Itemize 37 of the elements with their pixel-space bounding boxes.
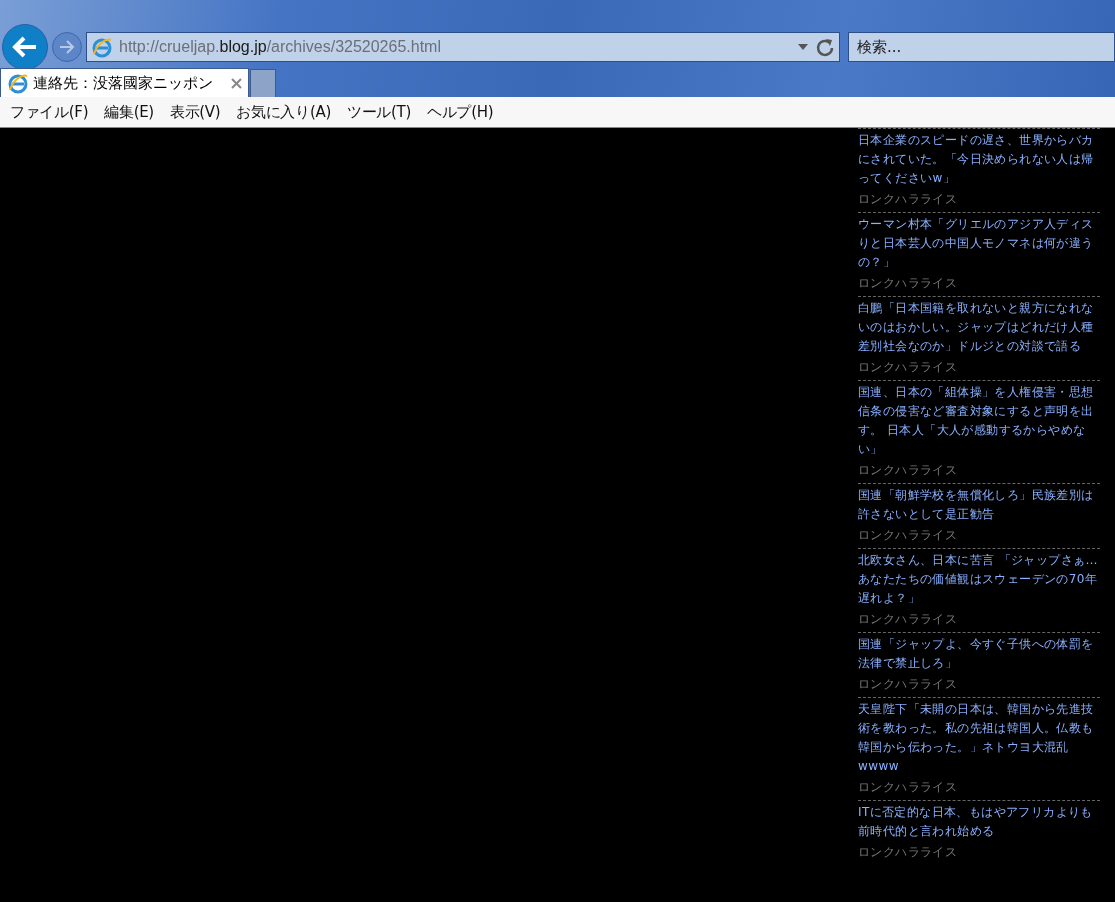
article-link[interactable]: 北欧女さん、日本に苦言 「ジャップさぁ…あなたたちの価値観はスウェーデンの70年遅れよ？」 bbox=[858, 551, 1100, 608]
address-field[interactable]: http://crueljap.blog.jp/archives/32520265.html bbox=[86, 31, 840, 62]
menu-item[interactable]: ヘルプ(H) bbox=[427, 100, 494, 124]
menu-item[interactable]: ファイル(F) bbox=[10, 100, 89, 124]
forward-arrow-icon bbox=[59, 39, 75, 54]
author-name: ロンクハラライス bbox=[858, 191, 959, 208]
dropdown-caret-icon[interactable] bbox=[797, 42, 809, 51]
forward-button[interactable] bbox=[52, 31, 82, 62]
article-link[interactable]: 国連「朝鮮学校を無償化しろ」民族差別は許さないとして是正勧告 bbox=[858, 486, 1100, 524]
author-name: ロンクハラライス bbox=[858, 779, 959, 796]
author-name: ロンクハラライス bbox=[858, 527, 959, 544]
author-name: ロンクハラライス bbox=[858, 676, 959, 693]
menu-item[interactable]: ツール(T) bbox=[346, 100, 412, 124]
author-name: ロンクハラライス bbox=[858, 275, 959, 292]
menu-item[interactable]: お気に入り(A) bbox=[236, 100, 331, 124]
back-arrow-icon bbox=[12, 35, 38, 58]
article-link[interactable]: 天皇陛下「未開の日本は、韓国から先進技術を教わった。私の先祖は韓国人。仏教も韓国から伝わった。」ネトウヨ大混乱wwww bbox=[858, 700, 1100, 776]
refresh-icon[interactable] bbox=[815, 36, 835, 57]
search-field[interactable]: 検索... bbox=[848, 31, 1115, 62]
back-button[interactable] bbox=[2, 23, 48, 70]
menu-item[interactable]: 編集(E) bbox=[104, 100, 154, 124]
author-name: ロンクハラライス bbox=[858, 844, 959, 861]
article-link[interactable]: 日本企業のスピードの遅さ、世界からバカにされていた。「今日決められない人は帰ってくださいw」 bbox=[858, 131, 1100, 188]
article-link[interactable]: ITに否定的な日本、もはやアフリカよりも前時代的と言われ始める bbox=[858, 803, 1100, 841]
author-name: ロンクハラライス bbox=[858, 462, 959, 479]
menu-item[interactable]: 表示(V) bbox=[169, 100, 221, 124]
close-icon[interactable] bbox=[231, 77, 242, 89]
browser-tab[interactable]: 連絡先：没落國家ニッポン bbox=[0, 68, 249, 97]
browser-logo-icon bbox=[7, 72, 29, 94]
tab-title: 連絡先：没落國家ニッポン bbox=[33, 72, 214, 94]
author-name: ロンクハラライス bbox=[858, 359, 959, 376]
article-link[interactable]: 国連「ジャップよ、今すぐ子供への体罰を法律で禁止しろ」 bbox=[858, 635, 1100, 673]
article-link[interactable]: 白鵬「日本国籍を取れないと親方になれないのはおかしい。ジャップはどれだけ人種差別社会なのか」ドルジとの対談で語る bbox=[858, 299, 1100, 356]
new-tab-button[interactable] bbox=[250, 69, 276, 97]
article-link[interactable]: ウーマン村本「グリエルのアジア人ディスりと日本芸人の中国人モノマネは何が違うの？」 bbox=[858, 215, 1100, 272]
author-name: ロンクハラライス bbox=[858, 611, 959, 628]
article-link[interactable]: 国連、日本の「組体操」を人権侵害・思想信条の侵害など審査対象にすると声明を出す。 日本人「大人が感動するからやめない」 bbox=[858, 383, 1100, 459]
